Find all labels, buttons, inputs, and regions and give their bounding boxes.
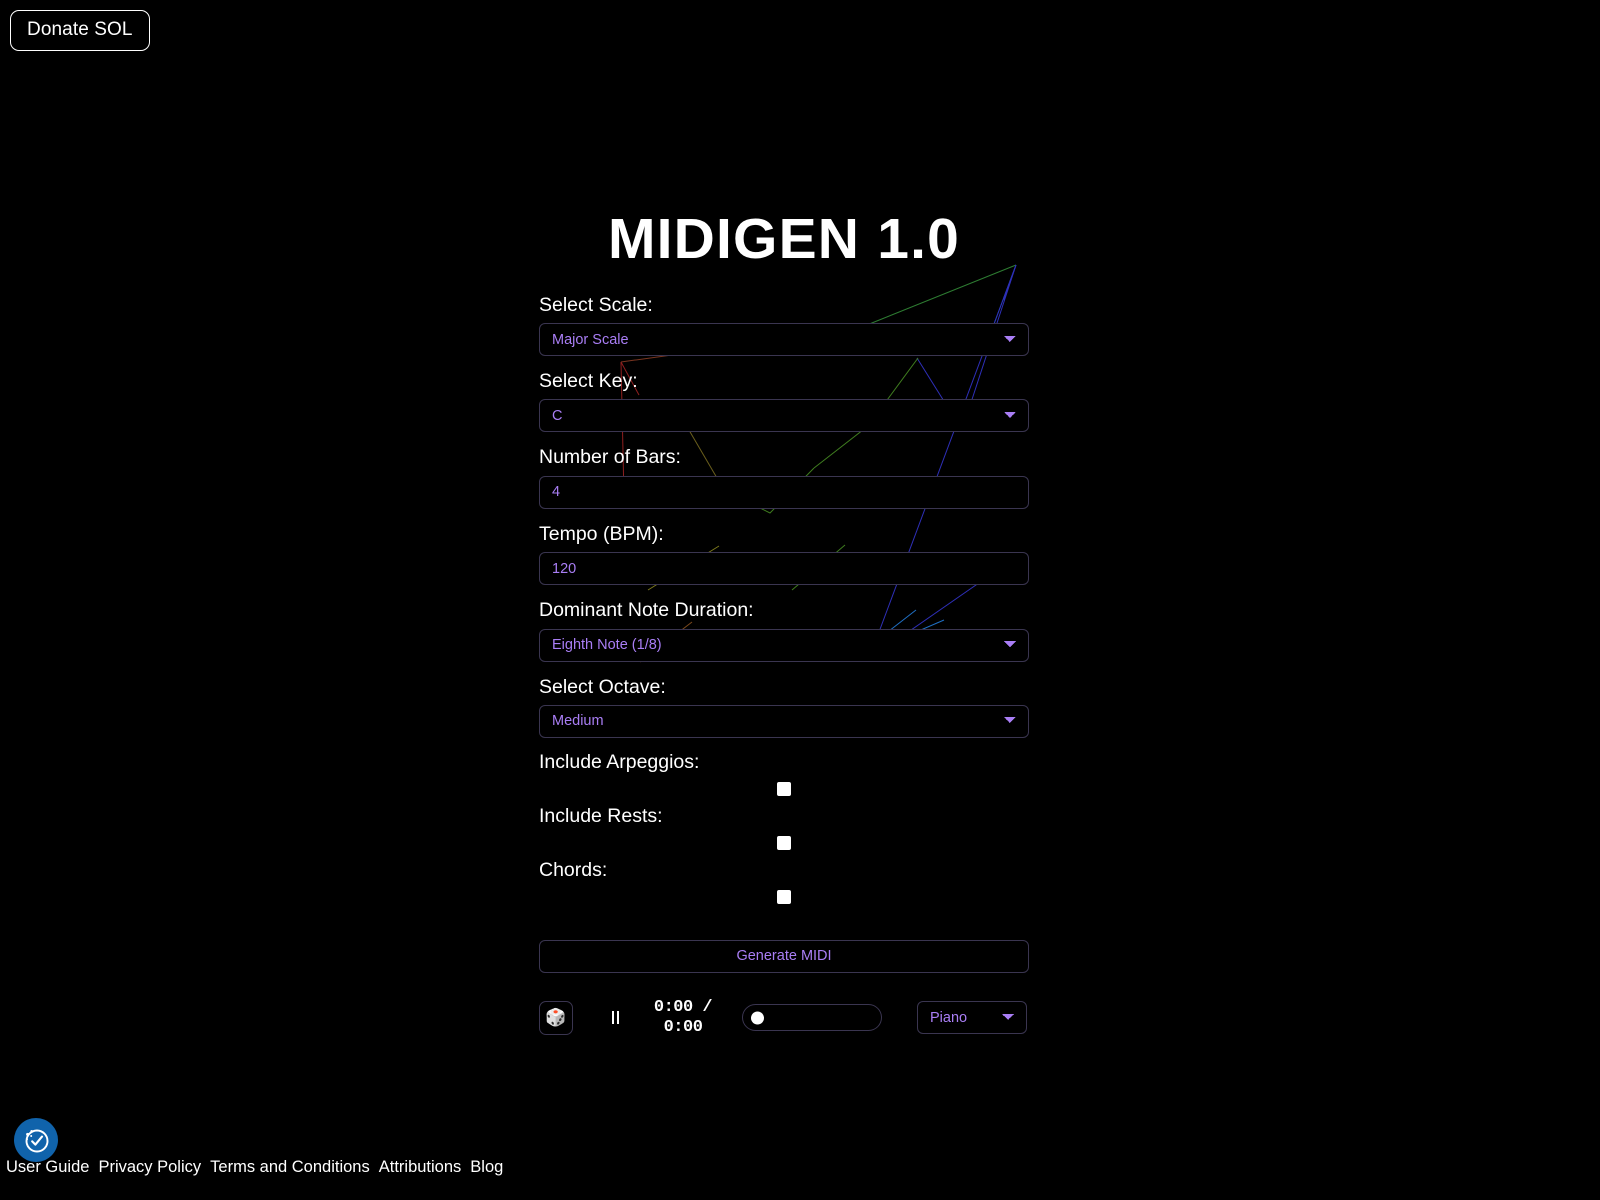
note-duration-select[interactable]: Whole Note (1/1)Half Note (1/2)Quarter N…: [539, 628, 1029, 662]
volume-slider[interactable]: [742, 1004, 882, 1032]
page-root: Donate SOL MIDIGEN 1.0 Select Scale: Maj…: [0, 0, 1600, 1200]
accessibility-check-glyph: [25, 1129, 49, 1153]
octave-select[interactable]: LowMediumHigh: [539, 704, 1029, 738]
accessibility-badge-icon[interactable]: [14, 1118, 58, 1162]
dice-icon[interactable]: 🎲: [539, 1000, 573, 1035]
rests-checkbox[interactable]: [777, 835, 791, 850]
scale-label: Select Scale:: [539, 293, 653, 316]
pause-glyph: [611, 1011, 620, 1025]
tempo-label: Tempo (BPM):: [539, 522, 664, 545]
time-current-line: 0:00 /: [653, 998, 713, 1018]
audio-player: 🎲 0:00 / 0:00 PianoGuitarViolinFluteSynt…: [539, 995, 1029, 1041]
time-total-line: 0:00: [663, 1017, 703, 1037]
footer-links: User Guide Privacy Policy Terms and Cond…: [6, 1158, 503, 1177]
instrument-select[interactable]: PianoGuitarViolinFluteSynthOrgan: [917, 1001, 1027, 1035]
generate-midi-button[interactable]: Generate MIDI: [539, 939, 1029, 973]
key-select[interactable]: CC#DD#EFF#GG#AA#B: [539, 399, 1029, 433]
footer-link-terms-and-conditions[interactable]: Terms and Conditions: [210, 1158, 370, 1177]
chords-checkbox[interactable]: [777, 889, 791, 904]
footer-link-user-guide[interactable]: User Guide: [6, 1158, 89, 1177]
scale-select[interactable]: Major ScaleMinor ScaleHarmonic Minor Sca…: [539, 323, 1029, 357]
key-label: Select Key:: [539, 370, 638, 393]
chords-label: Chords:: [539, 858, 608, 881]
note-duration-label: Dominant Note Duration:: [539, 599, 754, 622]
footer-link-privacy-policy[interactable]: Privacy Policy: [98, 1158, 201, 1177]
rests-row: [539, 835, 1029, 850]
octave-label: Select Octave:: [539, 675, 666, 698]
bars-label: Number of Bars:: [539, 446, 681, 469]
tempo-input[interactable]: [539, 552, 1029, 586]
page-title: MIDIGEN 1.0: [607, 207, 961, 271]
donate-sol-button[interactable]: Donate SOL: [10, 10, 150, 51]
rests-label: Include Rests:: [539, 804, 663, 827]
arpeggios-label: Include Arpeggios:: [539, 750, 700, 773]
footer-link-attributions[interactable]: Attributions: [379, 1158, 462, 1177]
time-display: 0:00 / 0:00: [646, 998, 720, 1037]
arpeggios-row: [539, 781, 1029, 796]
chords-row: [539, 889, 1029, 904]
pause-icon[interactable]: [598, 1001, 632, 1035]
arpeggios-checkbox[interactable]: [777, 781, 791, 796]
volume-slider-thumb[interactable]: [751, 1011, 764, 1025]
bars-input[interactable]: [539, 475, 1029, 509]
generator-form: MIDIGEN 1.0 Select Scale: Major ScaleMin…: [539, 208, 1029, 1041]
footer-link-blog[interactable]: Blog: [470, 1158, 503, 1177]
